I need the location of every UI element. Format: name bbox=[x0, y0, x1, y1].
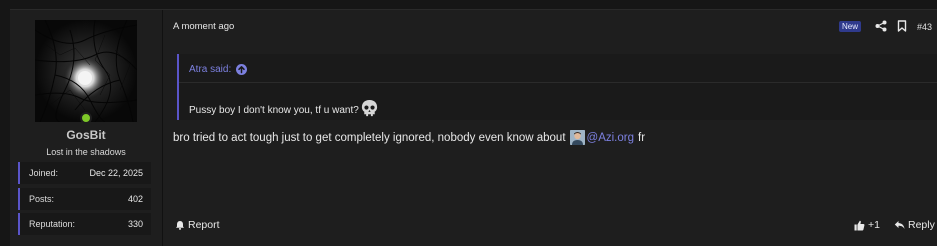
report-label: Report bbox=[188, 219, 220, 231]
mention-avatar-image bbox=[569, 130, 585, 145]
user-title: Lost in the shadows bbox=[46, 147, 126, 157]
avatar[interactable] bbox=[35, 20, 137, 122]
like-button[interactable]: +1 bbox=[854, 219, 880, 231]
stat-label: Reputation: bbox=[29, 219, 76, 229]
bell-icon bbox=[176, 221, 184, 230]
stat-value: 330 bbox=[127, 219, 143, 229]
skull-icon bbox=[361, 99, 377, 117]
reply-label: Reply bbox=[908, 219, 935, 231]
reply-button[interactable]: Reply bbox=[894, 219, 935, 231]
message-text: bro tried to act tough just to get compl… bbox=[173, 131, 566, 144]
stat-posts: Posts: 402 bbox=[18, 188, 151, 210]
new-badge: New bbox=[839, 21, 862, 32]
user-column: GosBit Lost in the shadows Joined: Dec 2… bbox=[10, 10, 162, 246]
reply-icon bbox=[894, 221, 905, 229]
post-number[interactable]: #43 bbox=[917, 22, 932, 32]
post-time[interactable]: A moment ago bbox=[173, 21, 234, 32]
stat-value: Dec 22, 2025 bbox=[89, 168, 143, 178]
post: GosBit Lost in the shadows Joined: Dec 2… bbox=[10, 9, 937, 246]
post-message: bro tried to act tough just to get compl… bbox=[173, 130, 645, 145]
stat-label: Joined: bbox=[29, 168, 59, 178]
online-status-dot bbox=[80, 112, 92, 124]
bookmark-icon[interactable] bbox=[897, 20, 907, 32]
quote-divider bbox=[179, 82, 937, 83]
username[interactable]: GosBit bbox=[10, 128, 162, 142]
stat-value: 402 bbox=[127, 194, 143, 204]
quote-author[interactable]: Atra said: bbox=[189, 64, 231, 75]
stat-joined: Joined: Dec 22, 2025 bbox=[18, 162, 151, 184]
mention-avatar[interactable] bbox=[569, 130, 585, 145]
quote-body: Pussy boy I don't know you, tf u want? bbox=[189, 99, 379, 117]
quote-block: Atra said: Pussy boy I don't know you, t… bbox=[177, 54, 937, 120]
thumbs-up-icon bbox=[854, 220, 865, 230]
report-button[interactable]: Report bbox=[175, 219, 220, 231]
stat-label: Posts: bbox=[29, 194, 55, 204]
message-suffix: fr bbox=[638, 131, 646, 144]
arrow-up-circle-icon[interactable] bbox=[236, 64, 248, 75]
quote-text: Pussy boy I don't know you, tf u want? bbox=[189, 105, 359, 116]
share-icon[interactable] bbox=[875, 20, 887, 32]
stat-reputation: Reputation: 330 bbox=[18, 213, 151, 235]
avatar-image bbox=[35, 20, 137, 122]
user-mention[interactable]: @Azi.org bbox=[587, 132, 634, 144]
like-count: +1 bbox=[868, 219, 880, 231]
quote-header[interactable]: Atra said: bbox=[189, 64, 248, 75]
post-main: A moment ago New #43 Atra said: Pussy bo… bbox=[162, 10, 937, 246]
